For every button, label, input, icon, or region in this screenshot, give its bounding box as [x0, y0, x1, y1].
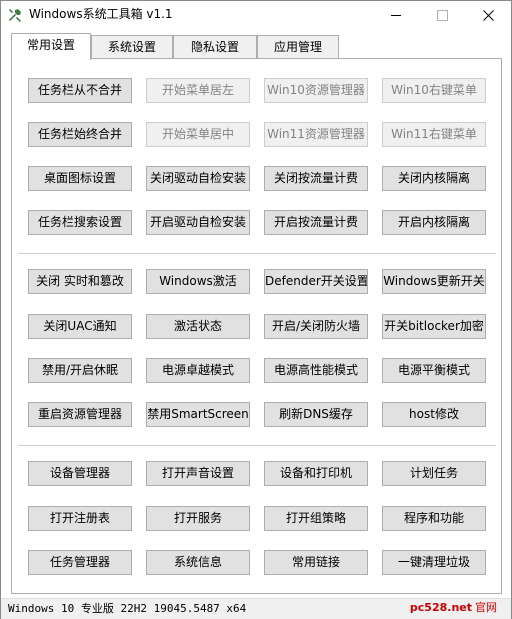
- maximize-icon: [436, 9, 448, 21]
- button-disable-realtime-tamper[interactable]: 关闭 实时和篡改: [28, 269, 132, 294]
- tab-app-management[interactable]: 应用管理: [257, 35, 339, 58]
- close-button[interactable]: [465, 1, 511, 29]
- close-icon: [482, 9, 494, 21]
- button-win11-context-menu: Win11右键菜单: [382, 122, 486, 147]
- maximize-button[interactable]: [419, 1, 465, 29]
- button-task-scheduler[interactable]: 计划任务: [382, 461, 486, 486]
- window-title: Windows系统工具箱 v1.1: [29, 7, 173, 21]
- button-task-manager[interactable]: 任务管理器: [28, 550, 132, 575]
- app-window: Windows系统工具箱 v1.1 常用设置 系统设置 隐私设置 应用管理 任务…: [0, 0, 512, 619]
- button-restart-explorer[interactable]: 重启资源管理器: [28, 402, 132, 427]
- minimize-button[interactable]: [373, 1, 419, 29]
- tab-privacy-settings[interactable]: 隐私设置: [173, 35, 257, 58]
- os-version-text: Windows 10 专业版 22H2 19045.5487 x64: [8, 602, 247, 615]
- button-bitlocker-toggle[interactable]: 开关bitlocker加密: [382, 314, 486, 339]
- toolbox-icon: [9, 9, 21, 22]
- button-flush-dns[interactable]: 刷新DNS缓存: [264, 402, 368, 427]
- button-desktop-icon-settings[interactable]: 桌面图标设置: [28, 166, 132, 191]
- button-defender-settings[interactable]: Defender开关设置: [264, 269, 368, 294]
- button-open-registry[interactable]: 打开注册表: [28, 506, 132, 531]
- button-disable-metered-connection[interactable]: 关闭按流量计费: [264, 166, 368, 191]
- button-enable-driver-autoinstall[interactable]: 开启驱动自检安装: [146, 210, 250, 235]
- button-edit-hosts[interactable]: host修改: [382, 402, 486, 427]
- button-sound-settings[interactable]: 打开声音设置: [146, 461, 250, 486]
- button-windows-update-toggle[interactable]: Windows更新开关: [382, 269, 486, 294]
- button-common-links[interactable]: 常用链接: [264, 550, 368, 575]
- button-system-info[interactable]: 系统信息: [146, 550, 250, 575]
- brand-site: pc528.net: [409, 601, 472, 614]
- button-enable-core-isolation[interactable]: 开启内核隔离: [382, 210, 486, 235]
- button-win10-context-menu: Win10右键菜单: [382, 78, 486, 103]
- button-disable-core-isolation[interactable]: 关闭内核隔离: [382, 166, 486, 191]
- button-windows-activation[interactable]: Windows激活: [146, 269, 250, 294]
- tab-common-settings[interactable]: 常用设置: [11, 33, 91, 60]
- button-firewall-toggle[interactable]: 开启/关闭防火墙: [264, 314, 368, 339]
- button-disable-smartscreen[interactable]: 禁用SmartScreen: [146, 402, 250, 427]
- brand-official-label: 官网: [475, 601, 497, 614]
- button-win11-explorer: Win11资源管理器: [264, 122, 368, 147]
- tab-system-settings[interactable]: 系统设置: [91, 35, 173, 58]
- button-win10-explorer: Win10资源管理器: [264, 78, 368, 103]
- group-divider: [18, 445, 496, 446]
- brand-mark: pc528.net 官网: [410, 601, 497, 615]
- button-hibernate-toggle[interactable]: 禁用/开启休眠: [28, 358, 132, 383]
- button-high-performance-mode[interactable]: 电源高性能模式: [264, 358, 368, 383]
- button-open-group-policy[interactable]: 打开组策略: [264, 506, 368, 531]
- title-bar[interactable]: Windows系统工具箱 v1.1: [1, 1, 511, 29]
- button-devices-and-printers[interactable]: 设备和打印机: [264, 461, 368, 486]
- group-divider: [18, 253, 496, 254]
- button-one-click-cleanup[interactable]: 一键清理垃圾: [382, 550, 486, 575]
- tab-panel-common-settings: 任务栏从不合并 开始菜单居左 Win10资源管理器 Win10右键菜单 任务栏始…: [11, 58, 502, 594]
- button-taskbar-search-settings[interactable]: 任务栏搜索设置: [28, 210, 132, 235]
- button-start-menu-center: 开始菜单居中: [146, 122, 250, 147]
- button-disable-driver-autoinstall[interactable]: 关闭驱动自检安装: [146, 166, 250, 191]
- button-device-manager[interactable]: 设备管理器: [28, 461, 132, 486]
- status-bar: Windows 10 专业版 22H2 19045.5487 x64 pc528…: [1, 598, 511, 619]
- button-taskbar-always-combine[interactable]: 任务栏始终合并: [28, 122, 132, 147]
- button-programs-and-features[interactable]: 程序和功能: [382, 506, 486, 531]
- button-enable-metered-connection[interactable]: 开启按流量计费: [264, 210, 368, 235]
- button-ultimate-power-mode[interactable]: 电源卓越模式: [146, 358, 250, 383]
- button-open-services[interactable]: 打开服务: [146, 506, 250, 531]
- minimize-icon: [391, 14, 401, 16]
- button-balanced-power-mode[interactable]: 电源平衡模式: [382, 358, 486, 383]
- button-start-menu-left: 开始菜单居左: [146, 78, 250, 103]
- button-activation-status[interactable]: 激活状态: [146, 314, 250, 339]
- button-taskbar-never-combine[interactable]: 任务栏从不合并: [28, 78, 132, 103]
- button-disable-uac[interactable]: 关闭UAC通知: [28, 314, 132, 339]
